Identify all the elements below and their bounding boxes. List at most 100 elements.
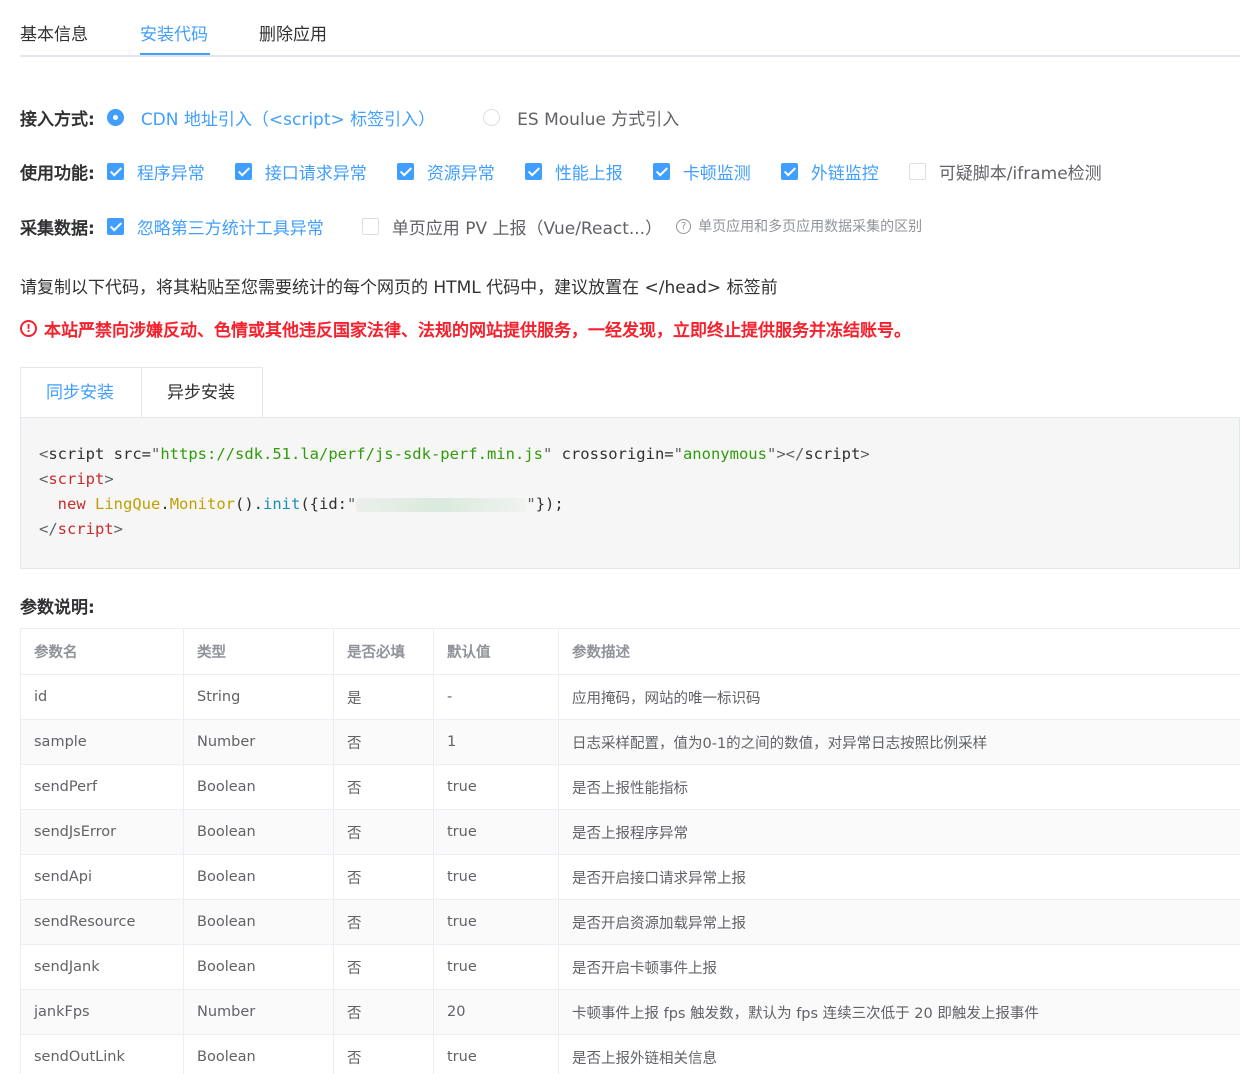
checkbox-ignore-third-party-label: 忽略第三方统计工具异常 [136,218,324,239]
table-cell: sendResource [20,899,184,945]
code-snippet[interactable]: <script src="https://sdk.51.la/perf/js-s… [20,417,1240,569]
checkbox-ignore-third-party[interactable]: 忽略第三方统计工具异常 [106,214,324,239]
exclamation-icon: ! [20,320,37,337]
tab-basic-info[interactable]: 基本信息 [20,20,88,45]
header-param-name: 参数名 [20,628,184,675]
checkbox-perf-box[interactable] [524,162,542,180]
table-cell: 是否开启卡顿事件上报 [558,944,1240,990]
spa-help-link[interactable]: ? 单页应用和多页应用数据采集的区别 [676,216,922,236]
checkbox-outlink-label: 外链监控 [810,163,879,184]
table-cell: sendJank [20,944,184,990]
table-cell: 否 [333,764,434,810]
table-row: sendJsError Boolean 否 true 是否上报程序异常 [20,809,1240,855]
table-cell: 应用掩码，网站的唯一标识码 [558,674,1240,720]
checkbox-jank[interactable]: 卡顿监测 [652,159,751,184]
table-row: sendResource Boolean 否 true 是否开启资源加载异常上报 [20,899,1240,945]
table-cell: 是否开启接口请求异常上报 [558,854,1240,900]
checkbox-jank-box[interactable] [652,162,670,180]
tab-delete-app[interactable]: 删除应用 [259,20,327,45]
active-tab-indicator [140,53,210,55]
table-cell: 是否开启资源加载异常上报 [558,899,1240,945]
checkbox-suspicious-script-label: 可疑脚本/iframe检测 [938,163,1102,184]
checkbox-spa-pv[interactable]: 单页应用 PV 上报（Vue/React...） [361,214,663,239]
table-cell: sendApi [20,854,184,900]
table-row: sendOutLink Boolean 否 true 是否上报外链相关信息 [20,1034,1240,1074]
header-type: 类型 [183,628,334,675]
table-cell: 日志采样配置，值为0-1的之间的数值，对异常日志按照比例采样 [558,719,1240,765]
checkbox-api-error-box[interactable] [234,162,252,180]
tab-sync-install[interactable]: 同步安装 [20,367,142,418]
table-cell: 否 [333,899,434,945]
table-cell: 否 [333,944,434,990]
params-table: 参数名 类型 是否必填 默认值 参数描述 id String 是 - 应用掩码，网站的唯… [20,628,1240,1074]
checkbox-perf-label: 性能上报 [554,163,623,184]
tab-install-code[interactable]: 安装代码 [140,20,208,45]
table-cell: Boolean [183,899,334,945]
features-row: 使用功能: 程序异常 接口请求异常 资源异常 性能上报 卡顿监测 外链监控 可疑… [20,158,1132,184]
table-cell: 是否上报性能指标 [558,764,1240,810]
table-cell: Number [183,719,334,765]
table-cell: Boolean [183,809,334,855]
checkbox-suspicious-script-box[interactable] [908,162,926,180]
checkbox-resource-error[interactable]: 资源异常 [396,159,495,184]
table-header-row: 参数名 类型 是否必填 默认值 参数描述 [20,628,1240,675]
checkbox-perf[interactable]: 性能上报 [524,159,623,184]
table-cell: - [433,674,559,720]
table-cell: true [433,1034,559,1074]
table-cell: Boolean [183,854,334,900]
install-instruction: 请复制以下代码，将其粘贴至您需要统计的每个网页的 HTML 代码中，建议放置在 … [20,278,778,298]
table-cell: jankFps [20,989,184,1035]
table-row: sendJank Boolean 否 true 是否开启卡顿事件上报 [20,944,1240,990]
table-row: sendApi Boolean 否 true 是否开启接口请求异常上报 [20,854,1240,900]
table-cell: 否 [333,809,434,855]
checkbox-api-error[interactable]: 接口请求异常 [234,159,367,184]
spa-help-text: 单页应用和多页应用数据采集的区别 [698,219,923,235]
radio-cdn[interactable]: CDN 地址引入（<script> 标签引入） [106,105,435,130]
table-cell: sendJsError [20,809,184,855]
features-label: 使用功能: [20,163,95,184]
table-cell: 是否上报外链相关信息 [558,1034,1240,1074]
code-crossorigin: anonymous [682,445,767,463]
radio-es-module[interactable]: ES Moulue 方式引入 [483,105,679,130]
table-row: jankFps Number 否 20 卡顿事件上报 fps 触发数，默认为 fps 连… [20,989,1240,1035]
table-cell: Boolean [183,944,334,990]
header-default: 默认值 [433,628,559,675]
tab-async-install[interactable]: 异步安装 [141,367,263,418]
table-cell: 卡顿事件上报 fps 触发数，默认为 fps 连续三次低于 20 即触发上报事件 [558,989,1240,1035]
code-tabs: 同步安装 异步安装 [20,367,1240,418]
radio-cdn-circle[interactable] [106,108,124,126]
code-src-url: https://sdk.51.la/perf/js-sdk-perf.min.j… [160,445,543,463]
warning-message: ! 本站严禁向涉嫌反动、色情或其他违反国家法律、法规的网站提供服务，一经发现，立… [20,316,911,341]
checkbox-spa-pv-box[interactable] [361,217,379,235]
checkbox-outlink[interactable]: 外链监控 [780,159,879,184]
checkbox-resource-error-box[interactable] [396,162,414,180]
collect-label: 采集数据: [20,218,95,239]
table-cell: 是否上报程序异常 [558,809,1240,855]
table-cell: 20 [433,989,559,1035]
table-cell: 1 [433,719,559,765]
table-row: id String 是 - 应用掩码，网站的唯一标识码 [20,674,1240,720]
checkbox-js-error[interactable]: 程序异常 [106,159,205,184]
collect-row: 采集数据: 忽略第三方统计工具异常 单页应用 PV 上报（Vue/React..… [20,213,922,239]
checkbox-js-error-label: 程序异常 [136,163,205,184]
table-cell: 否 [333,719,434,765]
table-cell: Boolean [183,764,334,810]
table-cell: sendPerf [20,764,184,810]
question-icon: ? [676,218,692,234]
table-cell: sendOutLink [20,1034,184,1074]
checkbox-spa-pv-label: 单页应用 PV 上报（Vue/React...） [391,218,663,239]
table-cell: true [433,944,559,990]
table-cell: 是 [333,674,434,720]
header-required: 是否必填 [333,628,434,675]
table-cell: Boolean [183,1034,334,1074]
table-cell: 否 [333,1034,434,1074]
checkbox-js-error-box[interactable] [106,162,124,180]
table-cell: sample [20,719,184,765]
table-cell: true [433,854,559,900]
radio-es-module-circle[interactable] [483,108,501,126]
params-title: 参数说明: [20,598,95,618]
access-method-label: 接入方式: [20,109,95,130]
checkbox-outlink-box[interactable] [780,162,798,180]
checkbox-ignore-third-party-box[interactable] [106,217,124,235]
checkbox-suspicious-script[interactable]: 可疑脚本/iframe检测 [908,159,1102,184]
